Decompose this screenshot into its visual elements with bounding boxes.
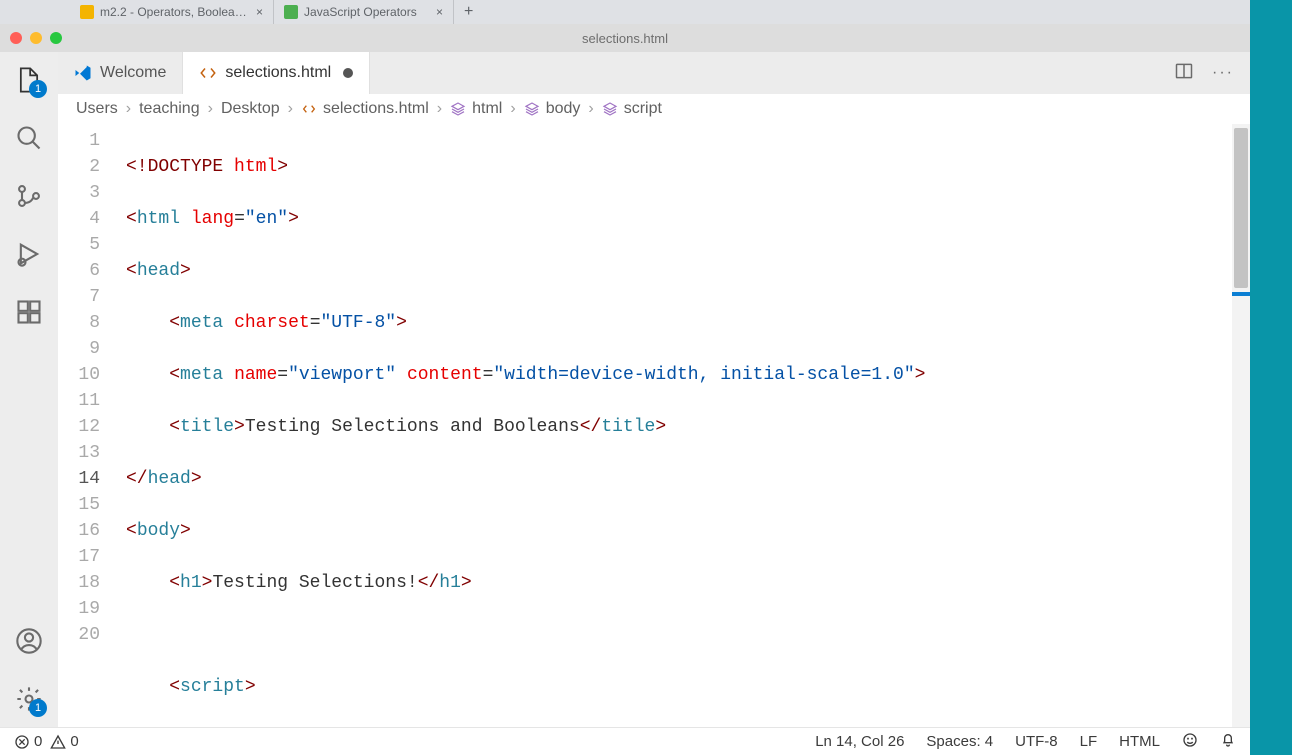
chevron-right-icon: › [126, 100, 131, 118]
chevron-right-icon: › [288, 100, 293, 118]
editor-tabs: Welcome selections.html ··· [58, 52, 1250, 94]
unsaved-indicator-icon [343, 68, 353, 78]
search-icon[interactable] [13, 122, 45, 154]
browser-tab-strip: m2.2 - Operators, Booleans & × JavaScrip… [0, 0, 1292, 24]
errors-count[interactable]: 0 [14, 733, 42, 750]
source-control-icon[interactable] [13, 180, 45, 212]
tab-selections-html[interactable]: selections.html [183, 52, 370, 94]
window-title: selections.html [582, 31, 668, 46]
breadcrumb[interactable]: Users › teaching › Desktop › selections.… [58, 94, 1250, 124]
symbol-icon [524, 101, 540, 117]
browser-tab-0[interactable]: m2.2 - Operators, Booleans & × [70, 0, 274, 24]
minimap-cursor-mark [1232, 292, 1250, 296]
symbol-icon [602, 101, 618, 117]
html-file-icon [199, 64, 217, 82]
chevron-right-icon: › [588, 100, 593, 118]
run-debug-icon[interactable] [13, 238, 45, 270]
code-editor[interactable]: 1 2 3 4 5 6 7 8 9 10 11 12 13 14 15 16 1 [58, 124, 1250, 727]
breadcrumb-item[interactable]: Desktop [221, 100, 280, 118]
breadcrumb-item[interactable]: html [450, 100, 502, 118]
maximize-window-icon[interactable] [50, 32, 62, 44]
breadcrumb-item[interactable]: teaching [139, 100, 200, 118]
close-window-icon[interactable] [10, 32, 22, 44]
accounts-icon[interactable] [13, 625, 45, 657]
warnings-count[interactable]: 0 [50, 733, 78, 750]
extensions-icon[interactable] [13, 296, 45, 328]
chevron-right-icon: › [510, 100, 515, 118]
breadcrumb-item[interactable]: body [524, 100, 581, 118]
eol[interactable]: LF [1080, 733, 1098, 750]
browser-tab-label: JavaScript Operators [304, 5, 417, 19]
browser-tab-label: m2.2 - Operators, Booleans & [100, 5, 250, 19]
tab-welcome[interactable]: Welcome [58, 52, 183, 94]
explorer-icon[interactable]: 1 [13, 64, 45, 96]
vscode-window: selections.html 1 [0, 24, 1250, 727]
minimap-scrollbar[interactable] [1232, 124, 1250, 727]
status-bar: 0 0 Ln 14, Col 26 Spaces: 4 UTF-8 LF HTM… [0, 727, 1250, 755]
line-number-gutter: 1 2 3 4 5 6 7 8 9 10 11 12 13 14 15 16 1 [58, 124, 118, 727]
html-file-icon [301, 101, 317, 117]
breadcrumb-item[interactable]: script [602, 100, 662, 118]
feedback-icon[interactable] [1182, 732, 1198, 752]
split-editor-icon[interactable] [1174, 61, 1194, 86]
os-desktop-gap [1250, 0, 1292, 755]
activity-bar: 1 1 [0, 52, 58, 727]
editor-area: Welcome selections.html ··· Use [58, 52, 1250, 727]
browser-tab-1[interactable]: JavaScript Operators × [274, 0, 454, 24]
symbol-icon [450, 101, 466, 117]
notifications-icon[interactable] [1220, 732, 1236, 752]
more-actions-icon[interactable]: ··· [1212, 64, 1234, 82]
favicon-w3 [284, 5, 298, 19]
breadcrumb-item[interactable]: Users [76, 100, 118, 118]
new-tab-button[interactable]: + [454, 3, 483, 21]
encoding[interactable]: UTF-8 [1015, 733, 1058, 750]
settings-gear-icon[interactable]: 1 [13, 683, 45, 715]
close-icon[interactable]: × [436, 5, 443, 19]
window-controls [10, 32, 62, 44]
indent-setting[interactable]: Spaces: 4 [926, 733, 993, 750]
tab-actions: ··· [1174, 52, 1250, 94]
scrollbar-thumb[interactable] [1234, 128, 1248, 288]
close-icon[interactable]: × [256, 5, 263, 19]
code-content[interactable]: <!DOCTYPE html> <html lang="en"> <head> … [118, 124, 1250, 727]
minimize-window-icon[interactable] [30, 32, 42, 44]
tab-label: selections.html [225, 64, 331, 82]
titlebar: selections.html [0, 24, 1250, 52]
language-mode[interactable]: HTML [1119, 733, 1160, 750]
favicon-slides [80, 5, 94, 19]
chevron-right-icon: › [437, 100, 442, 118]
vscode-logo-icon [74, 64, 92, 82]
tab-label: Welcome [100, 64, 166, 82]
settings-badge: 1 [29, 699, 47, 717]
chevron-right-icon: › [208, 100, 213, 118]
cursor-position[interactable]: Ln 14, Col 26 [815, 733, 904, 750]
breadcrumb-item[interactable]: selections.html [301, 100, 429, 118]
explorer-badge: 1 [29, 80, 47, 98]
